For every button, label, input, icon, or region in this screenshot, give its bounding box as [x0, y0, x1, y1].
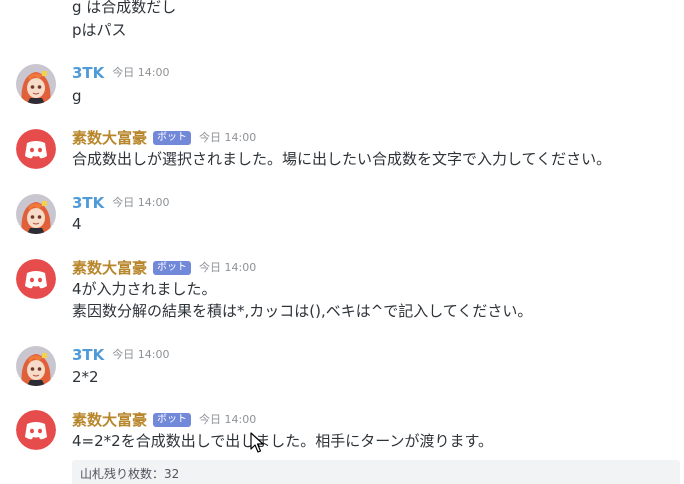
timestamp: 今日 14:00 [112, 348, 170, 361]
message-text: 2*2 [72, 368, 99, 386]
message-text: g は合成数だし [72, 0, 177, 16]
user-avatar[interactable] [16, 346, 56, 386]
message-header: 3TK 今日 14:00 [72, 193, 170, 213]
timestamp: 今日 14:00 [199, 261, 257, 274]
message-text: 4が入力されました。 [72, 280, 217, 298]
message-header: 3TK 今日 14:00 [72, 63, 170, 83]
author-name[interactable]: 素数大富豪 [72, 410, 147, 430]
author-name[interactable]: 3TK [72, 63, 104, 83]
author-name[interactable]: 3TK [72, 193, 104, 213]
bot-tag-badge: ボット [153, 261, 192, 275]
bot-avatar[interactable] [16, 410, 56, 450]
author-name[interactable]: 3TK [72, 345, 104, 365]
message-text: pはパス [72, 21, 127, 39]
timestamp: 今日 14:00 [199, 131, 257, 144]
bot-avatar[interactable] [16, 259, 56, 299]
message-text: 合成数出しが選択されました。場に出したい合成数を文字で入力してください。 [72, 150, 612, 168]
author-name[interactable]: 素数大富豪 [72, 128, 147, 148]
message-header: 素数大富豪 ボット 今日 14:00 [72, 258, 256, 278]
message-header: 素数大富豪 ボット 今日 14:00 [72, 128, 256, 148]
bot-tag-badge: ボット [153, 413, 192, 427]
chat-message-list: g は合成数だし pはパス 3TK 今日 14:00 g 素数大富豪 ボット 今… [0, 0, 684, 484]
timestamp: 今日 14:00 [199, 413, 257, 426]
bot-tag-badge: ボット [153, 131, 192, 145]
author-name[interactable]: 素数大富豪 [72, 258, 147, 278]
user-avatar[interactable] [16, 64, 56, 104]
timestamp: 今日 14:00 [112, 196, 170, 209]
message-header: 3TK 今日 14:00 [72, 345, 170, 365]
message-text: 4=2*2を合成数出しで出しました。相手にターンが渡ります。 [72, 432, 494, 450]
bot-avatar[interactable] [16, 129, 56, 169]
mouse-pointer-icon [250, 432, 264, 458]
message-embed: 山札残り枚数：32 [72, 460, 680, 484]
timestamp: 今日 14:00 [112, 66, 170, 79]
message-header: 素数大富豪 ボット 今日 14:00 [72, 410, 256, 430]
message-text: 素因数分解の結果を積は*,カッコは(),ベキは^で記入してください。 [72, 302, 533, 320]
user-avatar[interactable] [16, 194, 56, 234]
message-text: 4 [72, 215, 82, 233]
embed-text: 山札残り枚数：32 [80, 467, 180, 481]
message-text: g [72, 87, 82, 105]
